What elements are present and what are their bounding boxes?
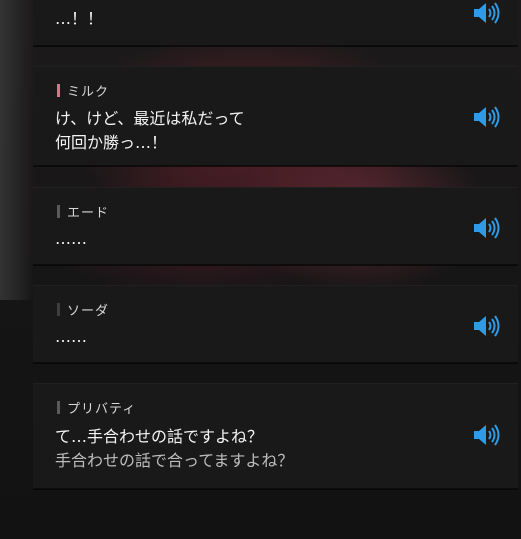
voice-replay-button[interactable] <box>472 423 502 447</box>
speaker-color-bar <box>57 84 60 97</box>
speaker-color-bar <box>57 401 60 414</box>
speaker-label: ソーダ <box>67 304 110 319</box>
voice-replay-button[interactable] <box>472 105 502 129</box>
backlog-entry: プリバティ て…手合わせの話ですよね？ 手合わせの話で合ってますよね？ <box>33 383 518 489</box>
dialogue-line: 手合わせの話で合ってますよね？ <box>55 451 294 470</box>
dialogue-line: …… <box>55 229 87 248</box>
voice-replay-button[interactable] <box>472 1 502 25</box>
dialogue-line: 何回か勝っ…！ <box>55 133 168 152</box>
speaker-color-bar <box>57 205 60 218</box>
dialogue-line: …… <box>55 327 87 346</box>
speaker-voice-icon <box>474 315 500 337</box>
voice-replay-button[interactable] <box>472 216 502 240</box>
speaker-voice-icon <box>474 424 500 446</box>
speaker-label: プリバティ <box>67 402 137 417</box>
backlog-list[interactable]: …！！ ミルク け、けど、最近は私だって 何回か勝っ…！ エード …… ソーダ … <box>0 0 521 539</box>
speaker-label: エード <box>67 206 110 221</box>
backlog-entry: ミルク け、けど、最近は私だって 何回か勝っ…！ <box>33 66 518 166</box>
backlog-entry: …！！ <box>33 0 518 46</box>
speaker-voice-icon <box>474 2 500 24</box>
speaker-name: プリバティ <box>57 398 136 417</box>
dialogue-line: て…手合わせの話ですよね？ <box>55 427 264 446</box>
backlog-entry: エード …… <box>33 187 518 265</box>
speaker-name: ソーダ <box>57 300 109 319</box>
speaker-name: エード <box>57 202 109 221</box>
voice-replay-button[interactable] <box>472 314 502 338</box>
backlog-entry: ソーダ …… <box>33 285 518 363</box>
speaker-color-bar <box>57 303 60 316</box>
dialogue-line: …！！ <box>55 9 104 28</box>
speaker-label: ミルク <box>67 85 110 100</box>
speaker-name: ミルク <box>57 81 109 100</box>
speaker-voice-icon <box>474 217 500 239</box>
dialogue-line: け、けど、最近は私だって <box>55 109 245 128</box>
speaker-voice-icon <box>474 106 500 128</box>
